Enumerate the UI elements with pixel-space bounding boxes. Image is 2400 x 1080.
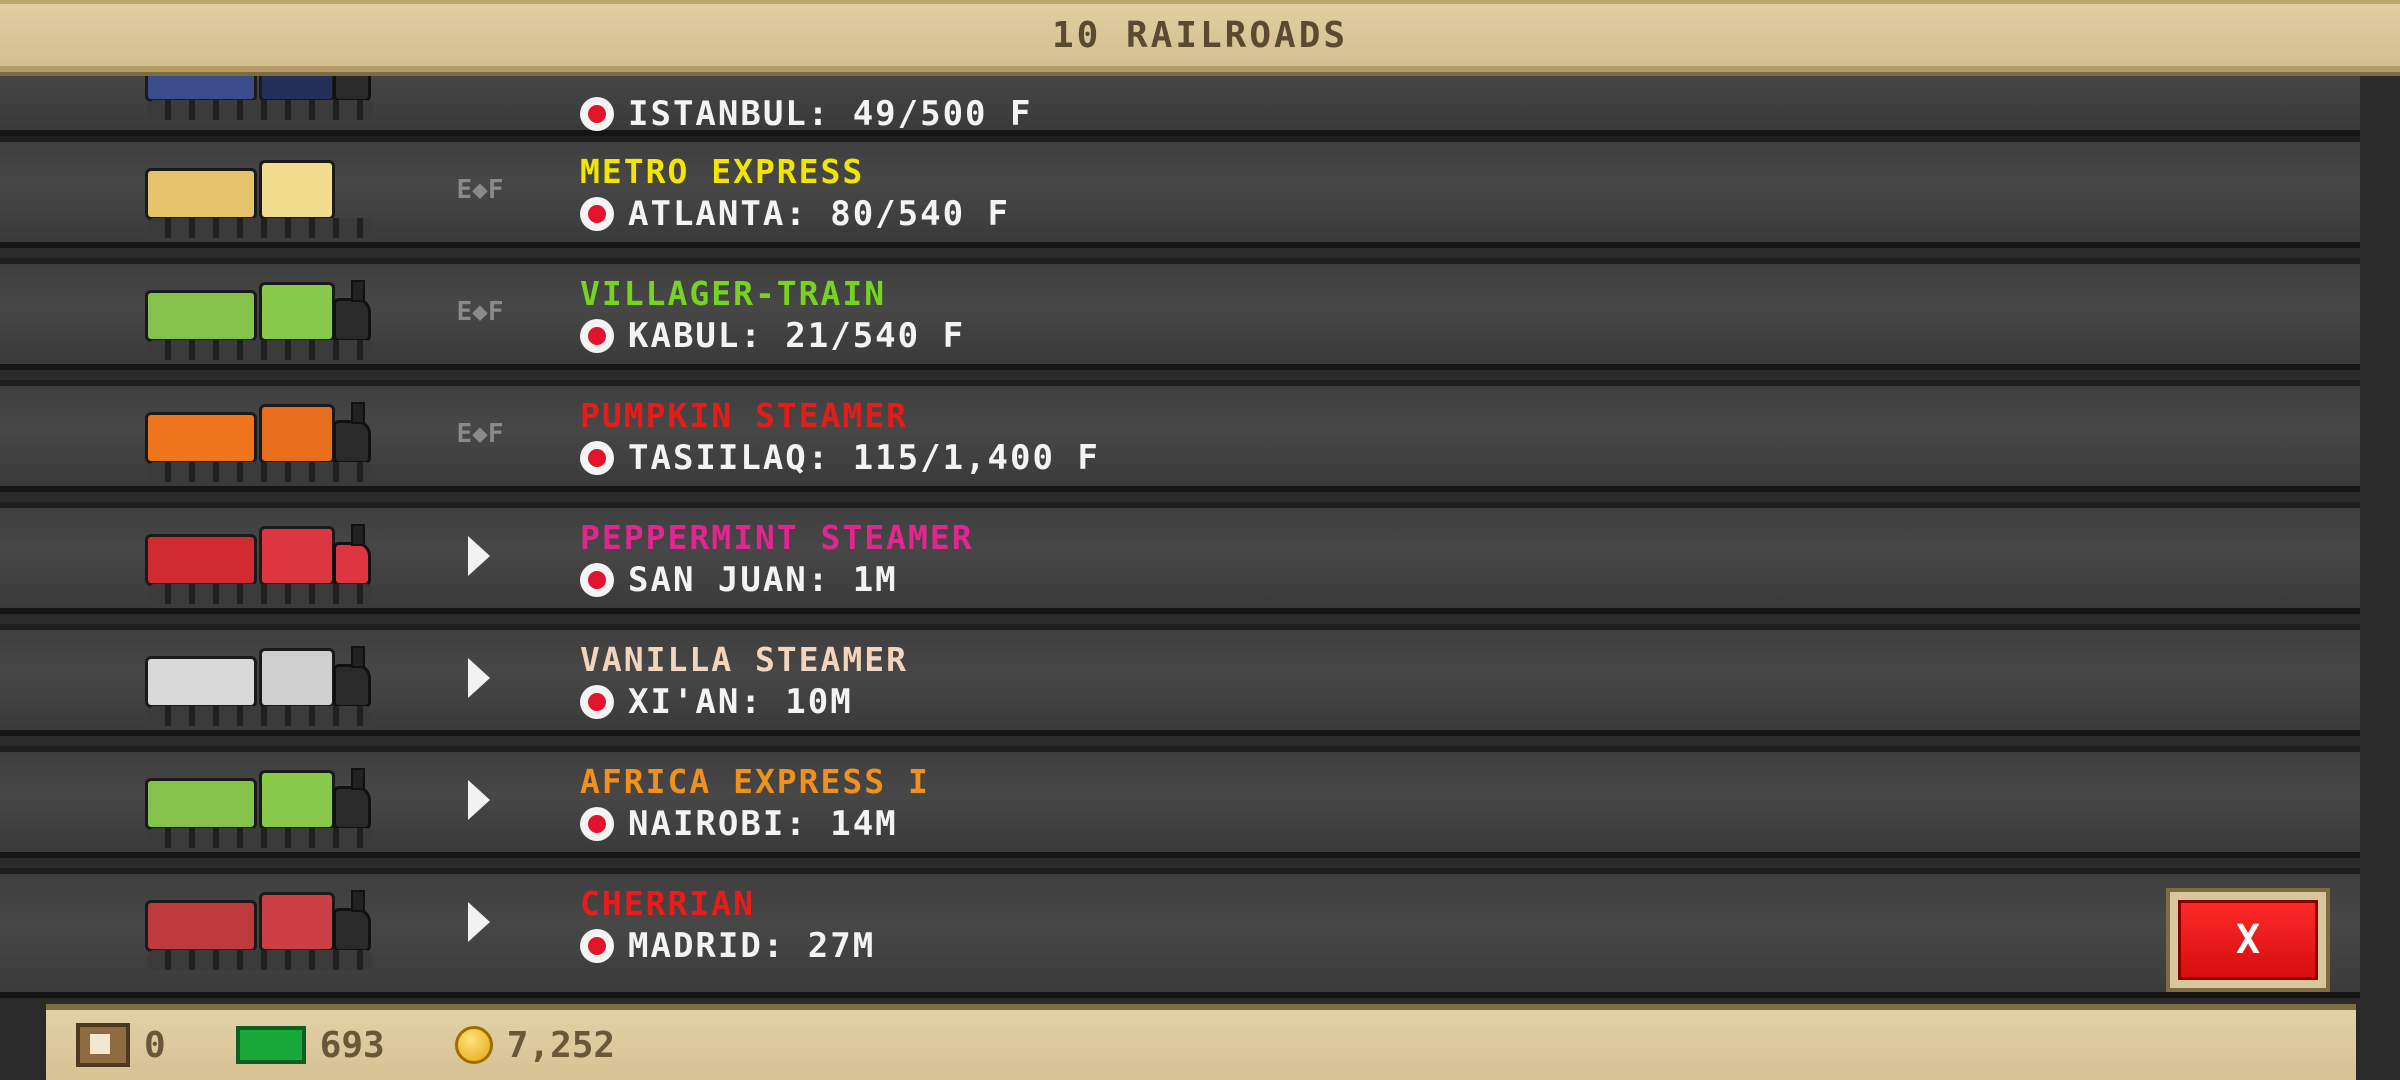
play-icon[interactable]	[468, 536, 490, 576]
train-name: PEPPERMINT STEAMER	[580, 518, 974, 557]
destination: KABUL: 21/540 F	[580, 316, 965, 356]
location-pin-icon	[580, 319, 614, 353]
train-icon	[145, 524, 375, 604]
play-icon[interactable]	[468, 902, 490, 942]
cash-icon	[235, 1026, 306, 1064]
fuel-status-icon: E◆F	[456, 297, 504, 327]
coins-counter: 7,252	[415, 1025, 615, 1066]
destination: SAN JUAN: 1M	[580, 560, 898, 600]
list-item[interactable]: CHERRIAN MADRID: 27M	[0, 868, 2360, 998]
title-bar: 10 RAILROADS	[0, 0, 2400, 72]
train-name: PUMPKIN STEAMER	[580, 396, 909, 435]
destination-label: ATLANTA: 80/540 F	[628, 194, 1010, 234]
crates-counter: 0	[76, 1023, 166, 1067]
location-pin-icon	[580, 685, 614, 719]
list-item[interactable]: E◆F PUMPKIN STEAMER TASIILAQ: 115/1,400 …	[0, 380, 2360, 492]
list-item[interactable]: PEPPERMINT STEAMER SAN JUAN: 1M	[0, 502, 2360, 614]
destination: MADRID: 27M	[580, 926, 875, 966]
train-icon	[145, 402, 375, 482]
destination: ATLANTA: 80/540 F	[580, 194, 1010, 234]
train-name: AFRICA EXPRESS I	[580, 762, 930, 801]
railroad-list[interactable]: ISTANBUL: 49/500 F E◆F METRO EXPRESS ATL…	[0, 0, 2400, 1000]
location-pin-icon	[580, 563, 614, 597]
destination-label: SAN JUAN: 1M	[628, 560, 898, 600]
train-name: VILLAGER-TRAIN	[580, 274, 887, 313]
cash-value: 693	[319, 1024, 385, 1066]
destination-label: NAIROBI: 14M	[628, 804, 898, 844]
list-item[interactable]: E◆F METRO EXPRESS ATLANTA: 80/540 F	[0, 136, 2360, 248]
coins-value: 7,252	[506, 1024, 616, 1066]
location-pin-icon	[580, 97, 614, 131]
list-item[interactable]: VANILLA STEAMER XI'AN: 10M	[0, 624, 2360, 736]
cash-counter: 693	[196, 1025, 385, 1066]
destination: XI'AN: 10M	[580, 682, 853, 722]
play-icon[interactable]	[468, 780, 490, 820]
coin-icon	[454, 1026, 493, 1064]
close-icon[interactable]: X	[2178, 900, 2318, 980]
train-icon	[145, 768, 375, 848]
fuel-status-icon: E◆F	[456, 419, 504, 449]
resource-bar: 0 693 7,252	[46, 1004, 2356, 1080]
list-item[interactable]: AFRICA EXPRESS I NAIROBI: 14M	[0, 746, 2360, 858]
fuel-status-icon: E◆F	[456, 175, 504, 205]
train-name: METRO EXPRESS	[580, 152, 865, 191]
destination-label: TASIILAQ: 115/1,400 F	[628, 438, 1100, 478]
location-pin-icon	[580, 929, 614, 963]
page-title: 10 RAILROADS	[1051, 14, 1349, 56]
train-icon	[145, 158, 375, 238]
train-icon	[145, 280, 375, 360]
crates-value: 0	[144, 1024, 166, 1066]
train-name: VANILLA STEAMER	[580, 640, 909, 679]
location-pin-icon	[580, 807, 614, 841]
list-item[interactable]: E◆F VILLAGER-TRAIN KABUL: 21/540 F	[0, 258, 2360, 370]
destination-label: XI'AN: 10M	[628, 682, 853, 722]
train-name: CHERRIAN	[580, 884, 755, 923]
train-icon	[145, 890, 375, 970]
train-icon	[145, 646, 375, 726]
destination: TASIILAQ: 115/1,400 F	[580, 438, 1100, 478]
crate-icon	[76, 1023, 130, 1067]
close-button[interactable]: X	[2166, 888, 2330, 992]
location-pin-icon	[580, 197, 614, 231]
destination: ISTANBUL: 49/500 F	[580, 94, 1032, 134]
destination-label: ISTANBUL: 49/500 F	[628, 94, 1033, 134]
destination-label: MADRID: 27M	[628, 926, 876, 966]
destination: NAIROBI: 14M	[580, 804, 898, 844]
destination-label: KABUL: 21/540 F	[628, 316, 966, 356]
play-icon[interactable]	[468, 658, 490, 698]
location-pin-icon	[580, 441, 614, 475]
